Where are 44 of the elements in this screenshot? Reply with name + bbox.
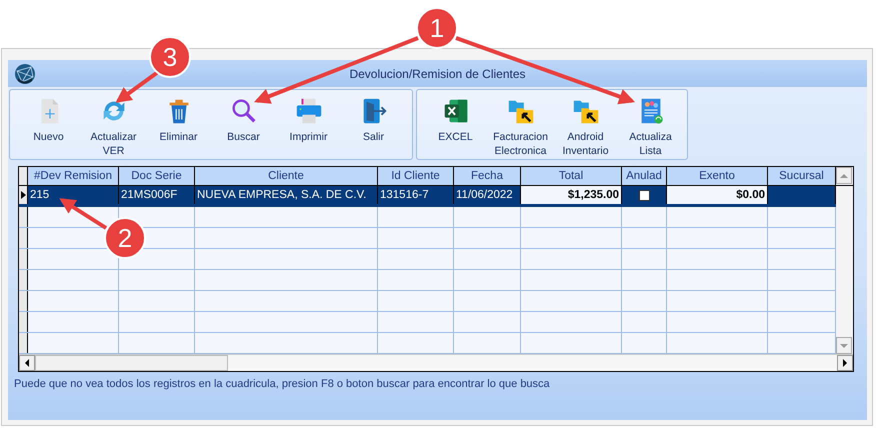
toolbar-button[interactable]: Eliminar <box>146 94 211 159</box>
column-header[interactable]: Doc Serie <box>119 167 195 185</box>
checkbox[interactable] <box>638 190 650 200</box>
table-cell: 131516-7 <box>378 186 454 204</box>
column-header[interactable]: Exento <box>667 167 768 185</box>
arrow <box>59 198 108 230</box>
empty-row[interactable] <box>19 312 836 333</box>
empty-row[interactable] <box>19 270 836 291</box>
toolbar-button[interactable]: EXCEL <box>423 94 488 159</box>
toolbar-button[interactable]: Actualizar VER <box>81 94 146 159</box>
toolbar-button[interactable]: Facturacion Electronica <box>488 94 553 159</box>
column-header[interactable]: Sucursal <box>768 167 836 185</box>
scroll-right-button[interactable] <box>837 355 853 371</box>
column-header[interactable]: Anulad <box>622 167 667 185</box>
column-header[interactable]: #Dev Remision <box>28 167 119 185</box>
table-row[interactable]: 215 21MS006F NUEVA EMPRESA, S.A. DE C.V. 131516-7 11/06/2022 $1,235.00 $0.00 <box>19 186 836 207</box>
table-cell: 21MS006F <box>119 186 195 204</box>
row-pointer-icon <box>20 191 26 199</box>
number-badge: 3 <box>149 36 191 78</box>
toolbar-button[interactable]: Imprimir <box>276 94 341 159</box>
column-header[interactable]: Cliente <box>195 167 378 185</box>
empty-row[interactable] <box>19 291 836 312</box>
column-header[interactable]: Fecha <box>454 167 521 185</box>
toolbar-button[interactable]: Actualiza Lista <box>618 94 683 159</box>
table-cell: 215 <box>28 186 119 204</box>
arrow <box>115 70 160 103</box>
toolbar-button[interactable]: Buscar <box>211 94 276 159</box>
number-badge: 2 <box>104 217 146 259</box>
globe-icon <box>14 62 36 84</box>
toolbar-button[interactable]: Android Inventario <box>553 94 618 159</box>
table-cell: $1,235.00 <box>521 186 622 204</box>
table-cell: $0.00 <box>667 186 768 204</box>
toolbar-button[interactable]: Nuevo <box>16 94 81 159</box>
column-header[interactable]: Id Cliente <box>378 167 454 185</box>
status-text: Puede que no vea todos los registros en la cuadricula, presion F8 o boton buscar para encontrar lo que busca <box>13 377 551 390</box>
number-badge: 1 <box>416 7 458 49</box>
scrollbar-thumb[interactable] <box>35 355 228 371</box>
vertical-scrollbar[interactable] <box>836 186 852 354</box>
scroll-left-button[interactable] <box>19 355 35 371</box>
table-cell: NUEVA EMPRESA, S.A. DE C.V. <box>195 186 378 204</box>
column-header[interactable]: Total <box>521 167 622 185</box>
window-title: Devolucion/Remision de Clientes <box>348 66 527 80</box>
toolbar-button[interactable]: Salir <box>341 94 406 159</box>
scroll-up-button[interactable] <box>836 167 852 184</box>
